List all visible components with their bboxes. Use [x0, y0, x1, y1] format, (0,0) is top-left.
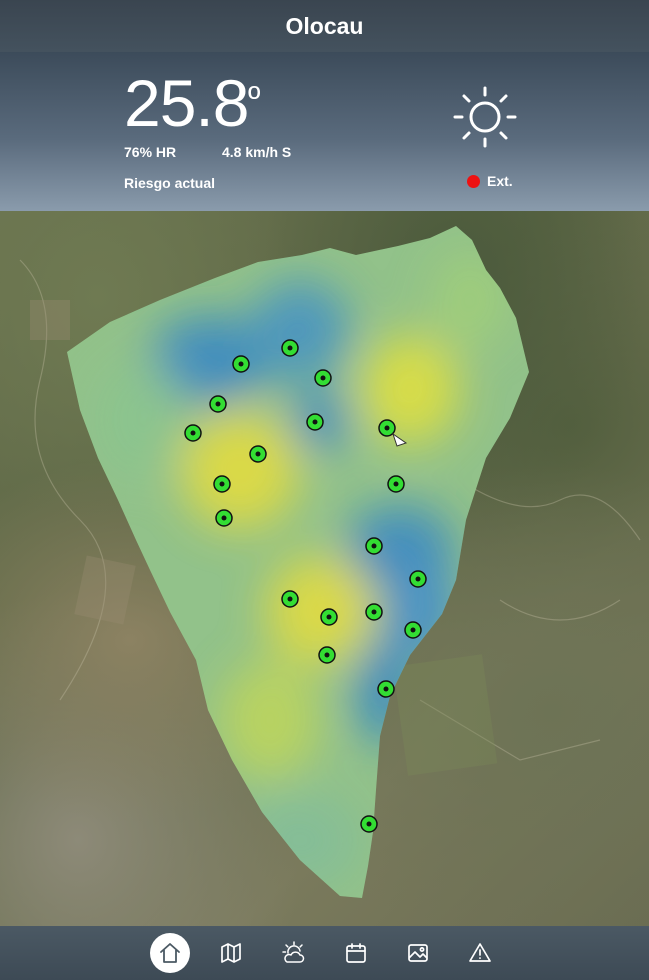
weather-panel: 25.8 º 76% HR 4.8 km/h S Riesgo actual E… [0, 52, 649, 211]
station-marker[interactable] [249, 445, 267, 463]
home-icon [160, 943, 180, 963]
station-marker[interactable] [281, 590, 299, 608]
wind-value: 4.8 km/h S [222, 144, 292, 160]
station-marker[interactable] [215, 509, 233, 527]
nav-forecast[interactable] [274, 933, 314, 973]
station-marker[interactable] [377, 680, 395, 698]
nav-gallery[interactable] [398, 933, 438, 973]
station-marker[interactable] [365, 537, 383, 555]
temperature-unit: º [248, 80, 261, 118]
page-title: Olocau [0, 0, 649, 52]
bottom-nav [0, 926, 649, 980]
app-root: Olocau 25.8 º 76% HR 4.8 km/h S Riesgo a… [0, 0, 649, 980]
station-marker[interactable] [320, 608, 338, 626]
station-marker[interactable] [213, 475, 231, 493]
cloud-sun-icon [282, 941, 305, 963]
risk-indicator: Ext. [467, 173, 513, 189]
station-marker[interactable] [184, 424, 202, 442]
station-marker[interactable] [209, 395, 227, 413]
warning-icon [469, 943, 491, 962]
risk-map[interactable] [0, 211, 649, 926]
station-marker[interactable] [360, 815, 378, 833]
station-marker[interactable] [232, 355, 250, 373]
station-marker[interactable] [306, 413, 324, 431]
station-marker[interactable] [281, 339, 299, 357]
temperature-value: 25.8 [124, 66, 249, 140]
nav-calendar[interactable] [336, 933, 376, 973]
risk-value: Ext. [487, 173, 513, 189]
sun-icon [451, 85, 519, 149]
map-icon [221, 943, 241, 963]
station-marker[interactable] [318, 646, 336, 664]
nav-alerts[interactable] [460, 933, 500, 973]
calendar-icon [346, 943, 366, 963]
nav-home[interactable] [150, 933, 190, 973]
risk-label: Riesgo actual [124, 175, 216, 191]
station-marker[interactable] [314, 369, 332, 387]
station-marker[interactable] [387, 475, 405, 493]
risk-dot [467, 174, 480, 188]
humidity-value: 76% HR [124, 144, 177, 160]
image-icon [408, 944, 428, 962]
station-marker[interactable] [404, 621, 422, 639]
station-marker[interactable] [409, 570, 427, 588]
station-marker[interactable] [365, 603, 383, 621]
nav-map[interactable] [211, 933, 251, 973]
